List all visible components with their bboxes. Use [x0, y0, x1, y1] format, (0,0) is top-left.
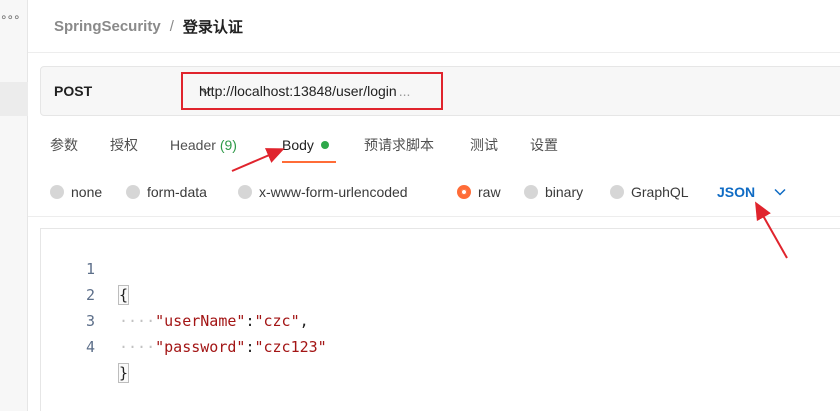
breadcrumb-current[interactable]: 登录认证 — [183, 16, 243, 37]
radio-label: raw — [478, 184, 501, 200]
radio-circle-checked[interactable] — [457, 185, 471, 199]
tab-body[interactable]: Body — [282, 130, 329, 162]
radio-x-www-form-urlencoded[interactable]: x-www-form-urlencoded — [238, 181, 408, 203]
line-number: 4 — [85, 338, 95, 356]
tab-label: Header — [170, 137, 216, 153]
active-tab-underline — [282, 161, 336, 163]
code-line: 1 { — [41, 230, 840, 305]
tab-auth[interactable]: 授权 — [110, 130, 138, 162]
more-dots-icon[interactable]: ∘∘∘ — [0, 10, 21, 24]
tab-pre-request-script[interactable]: 预请求脚本 — [364, 130, 434, 162]
radio-form-data[interactable]: form-data — [126, 181, 207, 203]
header-divider — [28, 52, 840, 53]
radio-label: form-data — [147, 184, 207, 200]
tab-label: 参数 — [50, 137, 78, 153]
close-brace: } — [117, 363, 130, 383]
code-text: ····"password":"czc123" — [119, 334, 327, 360]
url-input[interactable]: http://localhost:13848/user/login ... — [199, 67, 410, 115]
tab-label: 预请求脚本 — [364, 137, 434, 153]
code-line: 3 ····"password":"czc123" — [41, 282, 840, 356]
radio-circle[interactable] — [524, 185, 538, 199]
tab-label: 授权 — [110, 137, 138, 153]
raw-format-select[interactable]: JSON — [717, 181, 755, 203]
json-key: "password" — [155, 338, 246, 356]
request-bar: POST http://localhost:13848/user/login .… — [40, 66, 840, 116]
url-ellipsis: ... — [398, 83, 411, 99]
tab-params[interactable]: 参数 — [50, 130, 78, 162]
header-count: (9) — [219, 137, 237, 153]
annotation-arrow-body-tab — [231, 148, 285, 172]
json-value: "czc123" — [254, 338, 327, 356]
tab-label: 设置 — [530, 137, 558, 153]
radio-circle[interactable] — [126, 185, 140, 199]
breadcrumb-separator: / — [169, 17, 174, 35]
code-editor[interactable]: 1 { 2 ····"userName":"czc", 3 ····"passw… — [40, 228, 840, 411]
radio-label: binary — [545, 184, 584, 200]
code-text: } — [117, 360, 130, 386]
method-select[interactable]: POST — [54, 67, 92, 115]
radio-circle[interactable] — [238, 185, 252, 199]
radio-label: GraphQL — [631, 184, 689, 200]
body-status-dot — [320, 141, 329, 149]
radio-none[interactable]: none — [50, 181, 102, 203]
code-line: 4 } — [41, 308, 840, 383]
code-line: 2 ····"userName":"czc", — [41, 256, 840, 330]
breadcrumb: SpringSecurity / 登录认证 — [54, 16, 243, 36]
radio-circle[interactable] — [50, 185, 64, 199]
indent-guide: ···· — [119, 338, 156, 356]
left-sidebar: ∘∘∘ — [0, 0, 28, 411]
tab-settings[interactable]: 设置 — [530, 130, 558, 162]
breadcrumb-parent[interactable]: SpringSecurity — [54, 18, 161, 35]
radio-raw[interactable]: raw — [457, 181, 501, 203]
raw-format-label: JSON — [717, 184, 756, 200]
body-divider — [28, 216, 840, 217]
radio-label: none — [71, 184, 103, 200]
radio-binary[interactable]: binary — [524, 181, 583, 203]
tab-headers[interactable]: Header (9) — [170, 130, 237, 162]
radio-label: x-www-form-urlencoded — [259, 184, 408, 200]
radio-circle[interactable] — [610, 185, 624, 199]
method-label: POST — [54, 83, 93, 99]
radio-graphql[interactable]: GraphQL — [610, 181, 689, 203]
tab-label: 测试 — [470, 137, 498, 153]
tab-label: Body — [282, 137, 314, 153]
sidebar-selected-item[interactable] — [0, 82, 28, 116]
url-text: http://localhost:13848/user/login — [199, 83, 397, 99]
tab-tests[interactable]: 测试 — [470, 130, 498, 162]
chevron-down-icon[interactable] — [773, 185, 787, 199]
